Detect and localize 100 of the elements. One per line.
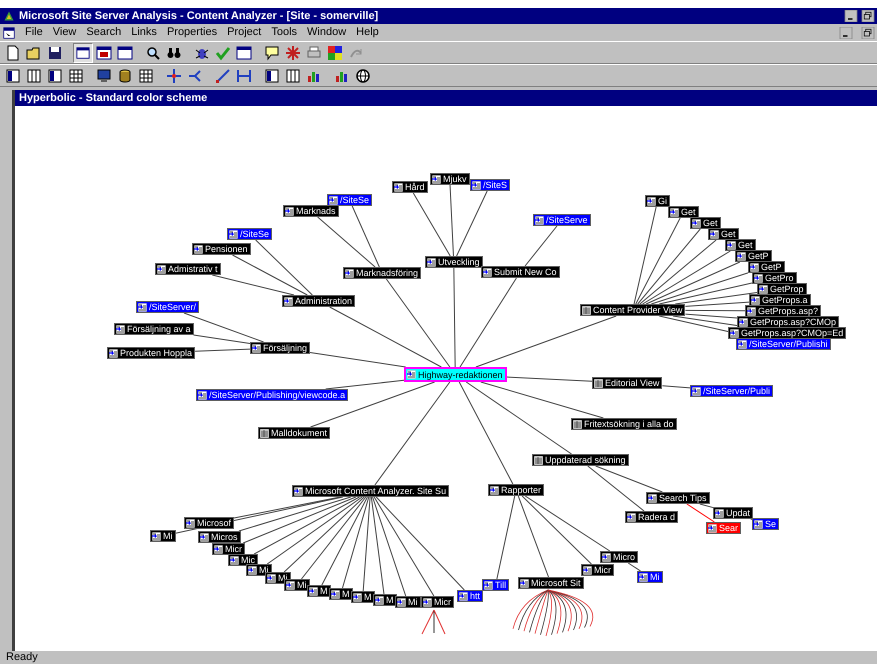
- menu-item[interactable]: Links: [130, 24, 158, 41]
- page-icon: [459, 592, 468, 600]
- page-icon: [730, 328, 739, 338]
- tree-node[interactable]: Submit New Co: [481, 266, 560, 278]
- tree-node[interactable]: GetProps.asp?: [745, 305, 822, 317]
- table-icon: [594, 378, 603, 388]
- minimize-icon[interactable]: [844, 10, 858, 22]
- tree-node[interactable]: GetP: [735, 250, 772, 262]
- page-icon: [230, 556, 239, 564]
- page-icon: [375, 596, 384, 604]
- tree-node[interactable]: Marknads: [283, 205, 339, 217]
- connector-line: [662, 385, 690, 388]
- tree-node[interactable]: Updat: [713, 507, 754, 519]
- menu-item[interactable]: File: [24, 24, 44, 41]
- menu-item[interactable]: Properties: [166, 24, 218, 41]
- tree-node[interactable]: M: [351, 591, 374, 603]
- tree-node[interactable]: Get: [668, 206, 699, 218]
- tree-node[interactable]: Highway-redaktionen: [404, 367, 507, 382]
- tree-node[interactable]: Editorial View: [592, 377, 662, 389]
- menu-item[interactable]: View: [52, 24, 78, 41]
- tree-node[interactable]: /SiteServer/: [136, 301, 200, 313]
- tree-node[interactable]: Administration: [282, 295, 356, 307]
- page-icon: [432, 174, 441, 184]
- tree-node[interactable]: Rapporter: [488, 484, 544, 496]
- tree-node[interactable]: /SiteSe: [227, 228, 272, 240]
- tree-node[interactable]: /SiteServer/Publishi: [736, 338, 831, 350]
- tree-node[interactable]: Försäljning av a: [114, 323, 194, 335]
- tree-node[interactable]: Micros: [198, 531, 240, 543]
- tree-node[interactable]: Marknadsföring: [343, 267, 422, 279]
- tree-node[interactable]: Micr: [421, 596, 454, 608]
- tree-node[interactable]: GetP: [748, 261, 785, 273]
- menu-item[interactable]: Help: [355, 24, 380, 41]
- tree-node[interactable]: Mic: [228, 554, 258, 566]
- minimize-icon[interactable]: [839, 26, 853, 38]
- tree-node[interactable]: Microsof: [184, 517, 234, 529]
- tree-node[interactable]: Mi: [395, 596, 420, 608]
- tree-node[interactable]: Microsoft Content Analyzer. Site Su: [292, 485, 450, 497]
- tree-node[interactable]: M: [329, 588, 352, 600]
- menu-item[interactable]: Tools: [270, 24, 298, 41]
- document-window-icon[interactable]: [2, 26, 16, 38]
- tree-node[interactable]: Sear: [706, 522, 742, 534]
- page-icon: [248, 566, 257, 574]
- tree-node[interactable]: Search Tips: [646, 492, 710, 504]
- tree-node[interactable]: GetProps.asp?CMOp: [737, 316, 840, 328]
- tree-node[interactable]: Micro: [600, 551, 638, 563]
- tree-node[interactable]: Se: [752, 518, 780, 530]
- tree-node[interactable]: Uppdaterad sökning: [532, 454, 629, 466]
- tree-node[interactable]: Microsoft Sit: [518, 577, 584, 589]
- tree-node[interactable]: M: [373, 594, 396, 606]
- tree-node[interactable]: Hård: [392, 181, 428, 193]
- tree-node[interactable]: GetProps.asp?CMOp=Ed: [728, 327, 846, 339]
- tree-node[interactable]: Produkten Hoppla: [107, 347, 196, 359]
- link-stub-drawing: [422, 610, 446, 634]
- tree-node[interactable]: /SiteS: [470, 179, 510, 191]
- menu-item[interactable]: Project: [226, 24, 262, 41]
- tree-node[interactable]: Mi: [284, 579, 310, 591]
- tree-node[interactable]: Content Provider View: [580, 304, 686, 316]
- tree-node[interactable]: GetProps.a: [749, 294, 811, 306]
- tree-node[interactable]: Försäljning: [250, 342, 310, 354]
- page-icon: [138, 302, 147, 312]
- tree-node[interactable]: GetProp: [757, 283, 807, 295]
- tree-node[interactable]: Mi: [637, 571, 662, 583]
- tree-node[interactable]: /SiteServer/Publi: [690, 385, 774, 397]
- connector-line: [628, 562, 642, 572]
- tree-node[interactable]: Utveckling: [425, 256, 483, 268]
- tree-node[interactable]: Micr: [212, 543, 245, 555]
- tree-node[interactable]: Get: [725, 239, 756, 251]
- page-icon: [535, 216, 544, 224]
- tree-node[interactable]: Mi: [150, 530, 176, 542]
- tree-node[interactable]: Till: [482, 579, 510, 591]
- page-icon: [750, 262, 759, 272]
- tree-node[interactable]: GetPro: [752, 272, 797, 284]
- tree-node[interactable]: Fritextsökning i alla do: [571, 418, 677, 430]
- tree-node[interactable]: Malldokument: [258, 427, 330, 439]
- restore-icon[interactable]: [861, 26, 875, 38]
- restore-icon[interactable]: [861, 10, 875, 22]
- tree-node[interactable]: Micr: [581, 564, 614, 576]
- table-icon: [582, 306, 591, 314]
- menu-item[interactable]: Search: [85, 24, 122, 41]
- page-icon: [520, 578, 529, 588]
- menu-item[interactable]: Window: [306, 24, 348, 41]
- tree-node[interactable]: Admistrativ t: [155, 263, 221, 275]
- page-icon: [284, 296, 293, 306]
- page-icon: [472, 180, 481, 190]
- tree-node[interactable]: htt: [457, 590, 484, 602]
- tree-node[interactable]: Pensionen: [192, 243, 251, 255]
- page-icon: [490, 486, 499, 494]
- page-icon: [427, 258, 436, 266]
- tree-node[interactable]: Gi: [645, 195, 670, 207]
- tree-node[interactable]: /SiteSe: [327, 194, 372, 206]
- tree-node[interactable]: Get: [690, 217, 721, 229]
- tree-node[interactable]: Radera d: [625, 511, 678, 523]
- tree-node[interactable]: /SiteServe: [533, 214, 591, 226]
- connector-line: [524, 226, 558, 266]
- tree-node[interactable]: /SiteServer/Publishing/viewcode.a: [196, 389, 348, 401]
- tree-node[interactable]: M: [307, 585, 330, 597]
- window-icon[interactable]: [73, 42, 93, 62]
- table-icon: [260, 428, 269, 438]
- tree-node[interactable]: Get: [708, 228, 739, 240]
- tree-node[interactable]: Mjukv: [430, 173, 470, 185]
